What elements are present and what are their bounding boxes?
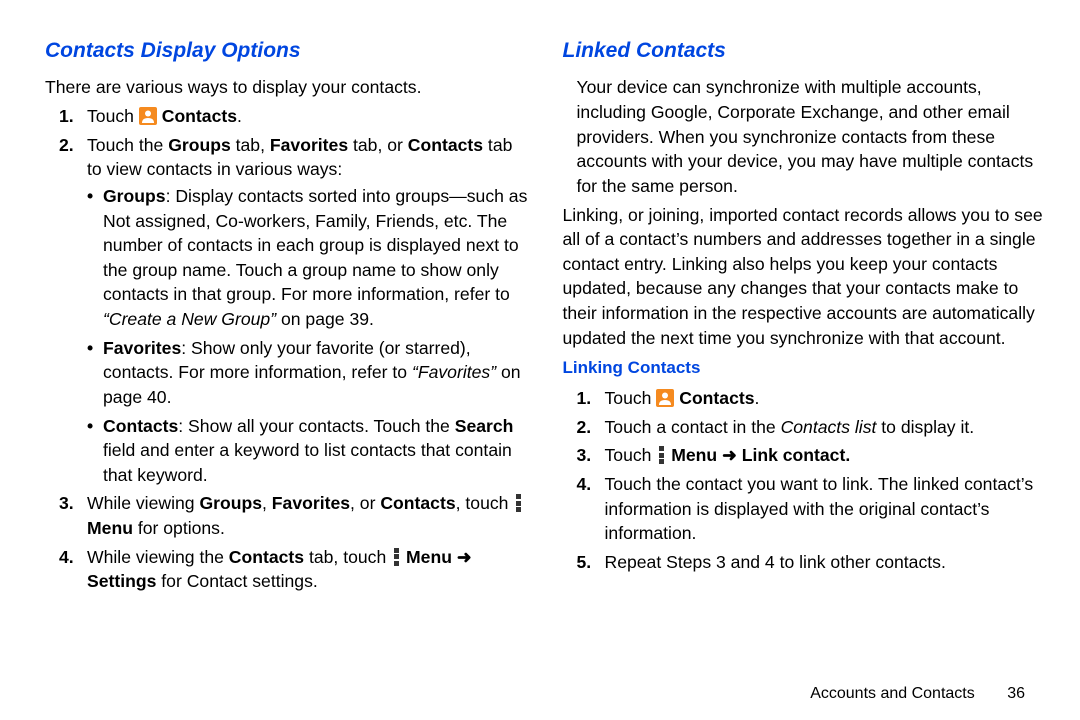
menu-label: Menu: [406, 547, 457, 567]
text: tab, or: [348, 135, 408, 155]
arrow-icon: ➜: [457, 547, 472, 567]
left-step-1: Touch Contacts.: [45, 104, 528, 129]
menu-label: Menu: [87, 518, 133, 538]
text: Touch the: [87, 135, 168, 155]
bullet-body: : Display contacts sorted into groups—su…: [103, 186, 527, 305]
text: Touch the contact you want to link. The …: [605, 474, 1034, 543]
bullet-tail: on page 39.: [276, 309, 374, 329]
right-step-1: Touch Contacts.: [563, 386, 1046, 411]
link-contact-label: Link contact.: [742, 445, 851, 465]
text: Touch a contact in the: [605, 417, 781, 437]
right-step-3: Touch Menu ➜ Link contact.: [563, 443, 1046, 468]
text: While viewing: [87, 493, 199, 513]
text: .: [237, 106, 242, 126]
left-steps: Touch Contacts. Touch the Groups tab, Fa…: [45, 104, 528, 594]
linked-para-2: Linking, or joining, imported contact re…: [563, 203, 1046, 351]
heading-contacts-display-options: Contacts Display Options: [45, 36, 528, 65]
bullet-contacts: Contacts: Show all your contacts. Touch …: [87, 414, 528, 488]
contacts-label: Contacts: [229, 547, 304, 567]
contact-icon: [656, 389, 674, 407]
bullet-head: Favorites: [103, 338, 181, 358]
settings-label: Settings: [87, 571, 156, 591]
text: , touch: [456, 493, 514, 513]
menu-icon: [656, 446, 666, 464]
right-column: Linked Contacts Your device can synchron…: [563, 36, 1046, 710]
left-step-3: While viewing Groups, Favorites, or Cont…: [45, 491, 528, 540]
text: Touch: [87, 106, 139, 126]
contacts-label: Contacts: [679, 388, 754, 408]
heading-linked-contacts: Linked Contacts: [563, 36, 1046, 65]
bullet-ref: “Create a New Group”: [103, 309, 276, 329]
text: .: [755, 388, 760, 408]
search-label: Search: [455, 416, 514, 436]
text: for Contact settings.: [156, 571, 317, 591]
text: Touch: [605, 445, 657, 465]
subheading-linking-contacts: Linking Contacts: [563, 356, 1046, 380]
contacts-list-label: Contacts list: [781, 417, 877, 437]
groups-tab-label: Groups: [168, 135, 231, 155]
contacts-label: Contacts: [380, 493, 455, 513]
menu-icon: [513, 494, 523, 512]
bullet-head: Groups: [103, 186, 166, 206]
arrow-icon: ➜: [722, 445, 742, 465]
right-steps: Touch Contacts. Touch a contact in the C…: [563, 386, 1046, 574]
menu-icon: [391, 548, 401, 566]
text: Touch: [605, 388, 657, 408]
contacts-tab-label: Contacts: [408, 135, 483, 155]
bullet-head: Contacts: [103, 416, 178, 436]
linked-para-1: Your device can synchronize with multipl…: [563, 75, 1046, 198]
groups-label: Groups: [199, 493, 262, 513]
footer-section: Accounts and Contacts: [810, 685, 975, 702]
text: for options.: [133, 518, 225, 538]
bullet-favorites: Favorites: Show only your favorite (or s…: [87, 336, 528, 410]
text: While viewing the: [87, 547, 229, 567]
right-step-4: Touch the contact you want to link. The …: [563, 472, 1046, 546]
bullet-ref: “Favorites”: [412, 362, 496, 382]
text: , or: [350, 493, 380, 513]
text: tab,: [231, 135, 270, 155]
intro-text: There are various ways to display your c…: [45, 75, 528, 100]
right-step-5: Repeat Steps 3 and 4 to link other conta…: [563, 550, 1046, 575]
menu-label: Menu: [671, 445, 722, 465]
left-step-2: Touch the Groups tab, Favorites tab, or …: [45, 133, 528, 488]
text: : Show all your contacts. Touch the: [178, 416, 454, 436]
text: ,: [262, 493, 272, 513]
manual-page: Contacts Display Options There are vario…: [0, 0, 1080, 720]
bullet-groups: Groups: Display contacts sorted into gro…: [87, 184, 528, 332]
left-bullets: Groups: Display contacts sorted into gro…: [87, 184, 528, 488]
favorites-tab-label: Favorites: [270, 135, 348, 155]
text: tab, touch: [304, 547, 391, 567]
right-step-2: Touch a contact in the Contacts list to …: [563, 415, 1046, 440]
contacts-label: Contacts: [162, 106, 237, 126]
page-footer: Accounts and Contacts 36: [810, 683, 1025, 705]
text: Repeat Steps 3 and 4 to link other conta…: [605, 552, 946, 572]
contact-icon: [139, 107, 157, 125]
left-step-4: While viewing the Contacts tab, touch Me…: [45, 545, 528, 594]
left-column: Contacts Display Options There are vario…: [45, 36, 528, 710]
text: field and enter a keyword to list contac…: [103, 440, 512, 485]
text: to display it.: [876, 417, 974, 437]
favorites-label: Favorites: [272, 493, 350, 513]
page-number: 36: [1007, 685, 1025, 702]
